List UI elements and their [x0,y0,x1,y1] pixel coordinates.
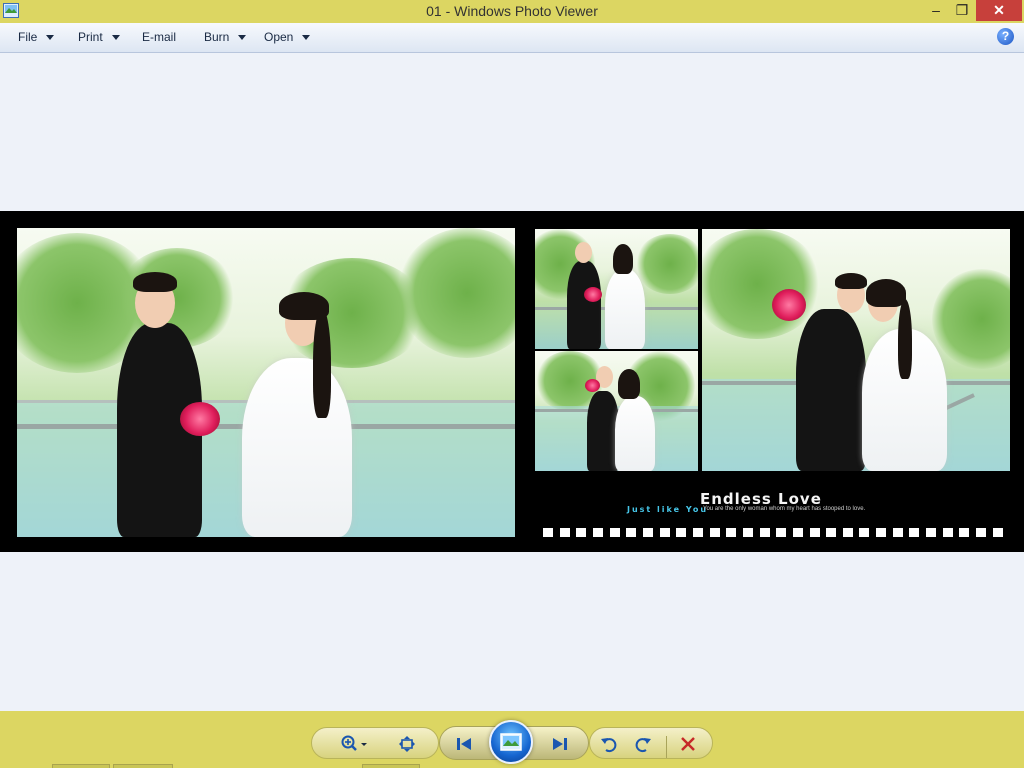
rotate-counterclockwise-icon[interactable] [600,735,618,753]
menu-bar: File Print E-mail Burn Open ? [0,23,1024,53]
menu-print[interactable]: Print [78,23,120,52]
help-icon[interactable]: ? [997,28,1014,45]
close-button[interactable]: ✕ [976,0,1022,21]
photo-caption-script: Just like You [627,505,708,514]
next-icon[interactable] [551,735,569,753]
taskbar-tab [362,764,420,768]
delete-icon[interactable] [679,735,697,753]
minimize-button[interactable]: – [924,0,948,21]
photo-panel-large [17,228,515,537]
chevron-down-icon [46,35,55,41]
film-strip [543,528,1003,538]
chevron-down-icon [111,35,120,41]
menu-open-label: Open [264,30,294,44]
menu-email[interactable]: E-mail [142,23,176,52]
slideshow-button[interactable] [489,720,533,764]
taskbar-tab [52,764,110,768]
menu-email-label: E-mail [142,30,177,44]
menu-burn[interactable]: Burn [204,23,247,52]
bottom-toolbar [0,711,1024,768]
title-bar: 01 - Windows Photo Viewer – ❐ ✕ [0,0,1024,23]
toolbar-separator [666,736,667,758]
photo-caption-tagline: You are the only woman whom my heart has… [703,506,866,512]
chevron-down-icon [238,35,247,41]
photo-caption-script-main: Just like [627,505,682,514]
slideshow-icon [500,733,522,751]
menu-print-label: Print [78,30,103,44]
window-title: 01 - Windows Photo Viewer [426,3,598,19]
menu-file[interactable]: File [18,23,55,52]
photo-image [0,211,1024,552]
zoom-group [311,727,439,759]
menu-open[interactable]: Open [264,23,311,52]
menu-burn-label: Burn [204,30,230,44]
previous-icon[interactable] [455,735,473,753]
photo-panel-small-top [535,229,698,349]
maximize-button[interactable]: ❐ [950,0,974,21]
rotate-clockwise-icon[interactable] [634,735,652,753]
photo-panel-right [702,229,1010,471]
photo-panel-small-bottom [535,351,698,471]
actual-size-icon[interactable] [398,735,416,753]
zoom-icon[interactable] [340,735,370,753]
menu-file-label: File [18,30,38,44]
chevron-down-icon [302,35,311,41]
taskbar-tab [113,764,173,768]
